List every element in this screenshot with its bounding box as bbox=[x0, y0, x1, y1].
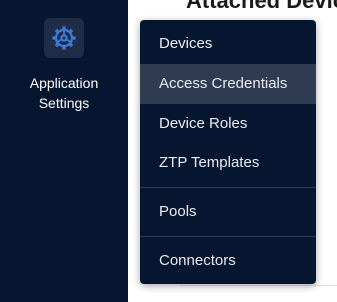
menu-item-ztp-templates[interactable]: ZTP Templates bbox=[140, 143, 316, 183]
page: Attached Devic ne bbox=[0, 0, 337, 302]
menu-divider bbox=[140, 236, 316, 237]
settings-dropdown-menu: Devices Access Credentials Device Roles … bbox=[140, 20, 316, 284]
menu-item-device-roles[interactable]: Device Roles bbox=[140, 104, 316, 144]
menu-item-pools[interactable]: Pools bbox=[140, 192, 316, 232]
menu-item-access-credentials[interactable]: Access Credentials bbox=[140, 64, 316, 104]
menu-divider bbox=[140, 187, 316, 188]
menu-item-connectors[interactable]: Connectors bbox=[140, 241, 316, 281]
application-settings-button[interactable]: Application Settings bbox=[0, 18, 128, 113]
application-settings-label: Application Settings bbox=[29, 75, 99, 111]
sidebar: Application Settings bbox=[0, 0, 128, 302]
menu-item-devices[interactable]: Devices bbox=[140, 24, 316, 64]
page-title: Attached Devic bbox=[186, 0, 337, 13]
divider bbox=[180, 285, 337, 286]
gear-icon bbox=[44, 18, 84, 58]
